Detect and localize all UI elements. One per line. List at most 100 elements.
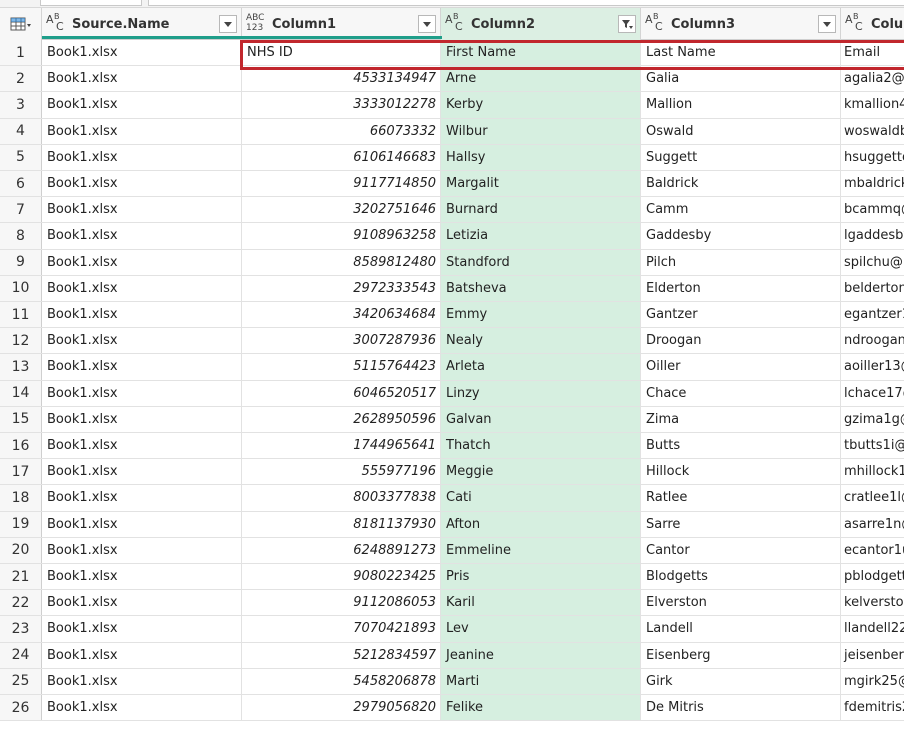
table-row[interactable]: 6 Book1.xlsx 9117714850 Margalit Baldrick mba… <box>0 171 904 198</box>
source-name-cell[interactable]: Book1.xlsx <box>42 144 242 170</box>
column1-cell[interactable]: 3202751646 <box>242 197 441 223</box>
row-number[interactable]: 16 <box>0 433 42 459</box>
source-name-cell[interactable]: Book1.xlsx <box>42 459 242 485</box>
column4-cell[interactable]: belderton <box>841 276 904 301</box>
column3-cell[interactable]: Girk <box>641 668 841 694</box>
column1-cell[interactable]: 4533134947 <box>242 66 441 92</box>
source-name-cell[interactable]: Book1.xlsx <box>42 171 242 197</box>
text-type-icon[interactable]: ABC <box>645 12 671 34</box>
column3-cell[interactable]: Landell <box>641 616 841 642</box>
column1-cell[interactable]: 9080223425 <box>242 564 441 590</box>
row-number[interactable]: 19 <box>0 511 42 537</box>
column2-cell[interactable]: Wilbur <box>441 118 641 144</box>
column2-cell[interactable]: Letizia <box>441 223 641 249</box>
text-type-icon[interactable]: ABC <box>845 12 871 34</box>
source-name-cell[interactable]: Book1.xlsx <box>42 66 242 92</box>
column4-cell[interactable]: bcammq@ <box>841 197 904 222</box>
source-name-cell[interactable]: Book1.xlsx <box>42 511 242 537</box>
table-row[interactable]: 11 Book1.xlsx 3420634684 Emmy Gantzer egantze… <box>0 302 904 329</box>
table-row[interactable]: 23 Book1.xlsx 7070421893 Lev Landell llandell… <box>0 616 904 643</box>
column1-cell[interactable]: 8589812480 <box>242 249 441 275</box>
column4-cell[interactable]: gzima1g@ <box>841 407 904 432</box>
row-number[interactable]: 1 <box>0 40 42 66</box>
column3-cell[interactable]: Elderton <box>641 275 841 301</box>
source-name-cell[interactable]: Book1.xlsx <box>42 590 242 616</box>
column2-cell[interactable]: Emmy <box>441 302 641 328</box>
column3-cell[interactable]: Oiller <box>641 354 841 380</box>
column3-cell[interactable]: Blodgetts <box>641 564 841 590</box>
column1-cell[interactable]: 8181137930 <box>242 511 441 537</box>
column4-cell[interactable]: lchace17@ <box>841 381 904 406</box>
table-row[interactable]: 14 Book1.xlsx 6046520517 Linzy Chace lchace17… <box>0 380 904 407</box>
column4-cell[interactable]: mhillock1 <box>841 459 904 484</box>
table-row[interactable]: 10 Book1.xlsx 2972333543 Batsheva Elderton be… <box>0 275 904 302</box>
column1-cell[interactable]: 5115764423 <box>242 354 441 380</box>
column2-cell[interactable]: Batsheva <box>441 275 641 301</box>
column4-cell[interactable]: tbutts1i@ <box>841 433 904 458</box>
column1-cell[interactable]: 6248891273 <box>242 537 441 563</box>
column2-cell[interactable]: First Name <box>441 40 641 66</box>
table-row[interactable]: 13 Book1.xlsx 5115764423 Arleta Oiller aoille… <box>0 354 904 381</box>
column1-cell[interactable]: 555977196 <box>242 459 441 485</box>
row-number[interactable]: 23 <box>0 616 42 642</box>
text-type-icon[interactable]: ABC <box>46 12 72 34</box>
column1-cell[interactable]: 3007287936 <box>242 328 441 354</box>
source-name-cell[interactable]: Book1.xlsx <box>42 537 242 563</box>
column3-cell[interactable]: Last Name <box>641 40 841 66</box>
table-row[interactable]: 9 Book1.xlsx 8589812480 Standford Pilch spilc… <box>0 249 904 276</box>
name-box[interactable] <box>40 0 142 6</box>
column2-cell[interactable]: Galvan <box>441 406 641 432</box>
row-number[interactable]: 13 <box>0 354 42 380</box>
row-number[interactable]: 7 <box>0 197 42 223</box>
table-row[interactable]: 2 Book1.xlsx 4533134947 Arne Galia agalia2@ <box>0 66 904 93</box>
table-row[interactable]: 12 Book1.xlsx 3007287936 Nealy Droogan ndroog… <box>0 328 904 355</box>
source-name-cell[interactable]: Book1.xlsx <box>42 406 242 432</box>
source-name-cell[interactable]: Book1.xlsx <box>42 223 242 249</box>
row-number[interactable]: 6 <box>0 171 42 197</box>
source-name-cell[interactable]: Book1.xlsx <box>42 275 242 301</box>
column1-cell[interactable]: 9117714850 <box>242 171 441 197</box>
column1-cell[interactable]: 6046520517 <box>242 380 441 406</box>
column-dropdown-button[interactable] <box>219 15 237 33</box>
column3-cell[interactable]: Galia <box>641 66 841 92</box>
column4-cell[interactable]: lgaddesby <box>841 223 904 248</box>
column3-cell[interactable]: Sarre <box>641 511 841 537</box>
column1-cell[interactable]: NHS ID <box>242 40 441 66</box>
column2-cell[interactable]: Kerby <box>441 92 641 118</box>
column2-cell[interactable]: Marti <box>441 668 641 694</box>
table-menu-button[interactable] <box>0 8 42 40</box>
column4-cell[interactable]: fdemitris2 <box>841 695 904 720</box>
column4-cell[interactable]: cratlee1l@ <box>841 485 904 510</box>
source-name-cell[interactable]: Book1.xlsx <box>42 668 242 694</box>
column4-cell[interactable]: egantzer1 <box>841 302 904 327</box>
column1-cell[interactable]: 1744965641 <box>242 433 441 459</box>
column1-cell[interactable]: 9108963258 <box>242 223 441 249</box>
table-row[interactable]: 25Book1.xlsx5458206878MartiGirkmgirk25@ <box>0 668 904 695</box>
column4-cell[interactable]: ecantor1u <box>841 538 904 563</box>
row-number[interactable]: 8 <box>0 223 42 249</box>
column4-cell[interactable]: mbaldrick <box>841 171 904 196</box>
column3-cell[interactable]: De Mitris <box>641 695 841 721</box>
column3-cell[interactable]: Camm <box>641 197 841 223</box>
column4-cell[interactable]: mgirk25@ <box>841 669 904 694</box>
column4-cell[interactable]: Email <box>841 40 904 65</box>
column1-cell[interactable]: 5458206878 <box>242 668 441 694</box>
column3-cell[interactable]: Zima <box>641 406 841 432</box>
row-number[interactable]: 25 <box>0 668 42 694</box>
table-row[interactable]: 15Book1.xlsx2628950596GalvanZimagzima1g@ <box>0 406 904 433</box>
row-number[interactable]: 10 <box>0 275 42 301</box>
column-header-5[interactable]: A B C Colu <box>841 8 904 40</box>
column1-cell[interactable]: 7070421893 <box>242 616 441 642</box>
row-number[interactable]: 9 <box>0 249 42 275</box>
column4-cell[interactable]: woswaldb <box>841 119 904 144</box>
column4-cell[interactable]: agalia2@ <box>841 66 904 91</box>
row-number[interactable]: 15 <box>0 406 42 432</box>
table-row[interactable]: 8 Book1.xlsx 9108963258 Letizia Gaddesby lgad… <box>0 223 904 250</box>
column3-cell[interactable]: Droogan <box>641 328 841 354</box>
column1-cell[interactable]: 2628950596 <box>242 406 441 432</box>
column2-cell[interactable]: Arne <box>441 66 641 92</box>
row-number[interactable]: 12 <box>0 328 42 354</box>
source-name-cell[interactable]: Book1.xlsx <box>42 118 242 144</box>
column-dropdown-button[interactable] <box>818 15 836 33</box>
column4-cell[interactable]: ndroogan <box>841 328 904 353</box>
